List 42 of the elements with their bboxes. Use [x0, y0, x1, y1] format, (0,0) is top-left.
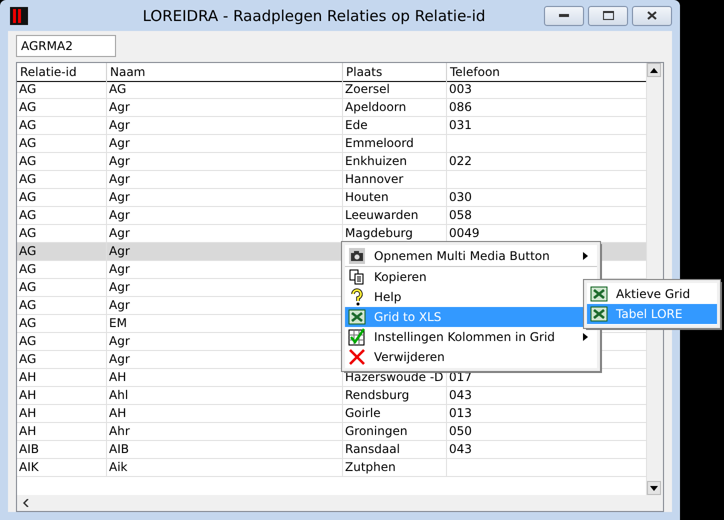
relation-id-cell: AIK [17, 459, 107, 477]
table-row[interactable]: AG Agr Apeldoorn 086 [17, 99, 646, 117]
column-header[interactable]: Plaats [343, 63, 447, 82]
minimize-button[interactable] [544, 6, 584, 26]
checked-grid-icon [348, 328, 366, 346]
table-row[interactable]: AH AH Goirle 013 [17, 405, 646, 423]
app-icon [10, 6, 28, 24]
menu-item[interactable]: Kopieren [345, 267, 597, 287]
spreadsheet-icon [348, 308, 366, 326]
table-row[interactable]: AG Agr Ede 031 [17, 117, 646, 135]
table-row[interactable]: AG Agr Hannover [17, 171, 646, 189]
table-row[interactable]: AH Ahr Groningen 050 [17, 423, 646, 441]
table-row[interactable]: AG Agr Emmeloord [17, 135, 646, 153]
table-row[interactable]: AIB AIB Ransdaal 043 [17, 441, 646, 459]
camera-icon [348, 247, 366, 265]
menu-item[interactable]: Opnemen Multi Media Button [345, 246, 597, 266]
spreadsheet-icon [590, 285, 608, 303]
scroll-down-icon[interactable] [650, 486, 658, 490]
scroll-up-icon[interactable] [650, 68, 658, 72]
table-row[interactable]: AG AG Zoersel 003 [17, 81, 646, 99]
column-header[interactable]: Naam [107, 63, 343, 82]
table-row[interactable]: AG Agr Leeuwarden 058 [17, 207, 646, 225]
column-header[interactable]: Relatie-id [17, 63, 107, 82]
close-button[interactable] [632, 6, 672, 26]
scroll-left-icon[interactable] [23, 499, 29, 507]
window-title: LOREIDRA - Raadplegen Relaties op Relatie-id [142, 6, 486, 24]
table-row[interactable]: AG Agr Houten 030 [17, 189, 646, 207]
spreadsheet-icon [590, 305, 608, 323]
horizontal-scrollbar[interactable] [17, 495, 663, 511]
table-row[interactable]: AG Agr Magdeburg 0049 [17, 225, 646, 243]
search-field[interactable]: AGRMA2 [16, 35, 116, 57]
maximize-icon [602, 11, 614, 20]
close-icon [647, 11, 657, 20]
table-row[interactable]: AH Ahl Rendsburg 043 [17, 387, 646, 405]
name-cell: Aik [107, 459, 343, 477]
delete-icon [348, 348, 366, 366]
copy-icon [348, 268, 366, 286]
table-row[interactable]: AIK Aik Zutphen [17, 459, 646, 477]
place-cell: Zutphen [343, 459, 447, 477]
maximize-button[interactable] [588, 6, 628, 26]
table-row[interactable]: AG Agr Enkhuizen 022 [17, 153, 646, 171]
minimize-icon [559, 14, 569, 18]
